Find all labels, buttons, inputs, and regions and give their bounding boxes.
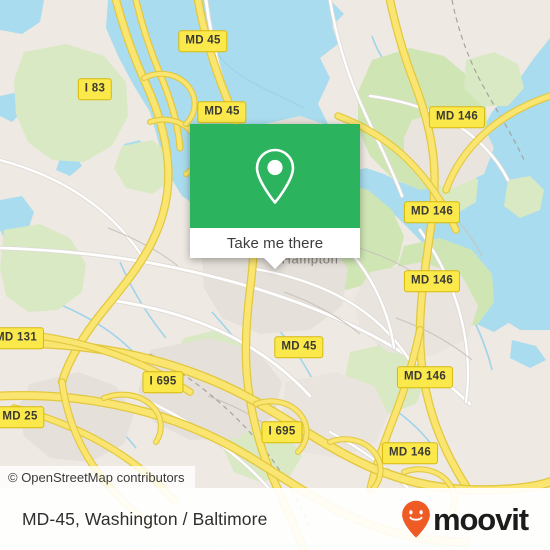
attribution-text: © OpenStreetMap contributors xyxy=(8,469,185,485)
road-shield[interactable]: MD 146 xyxy=(403,270,461,292)
road-shield[interactable]: MD 131 xyxy=(0,327,45,349)
road-shield[interactable]: MD 45 xyxy=(274,336,324,358)
road-shield[interactable]: I 83 xyxy=(77,78,113,100)
app-root: .water { fill:#a9dcee; } .stream { fill:… xyxy=(0,0,550,550)
moovit-wordmark: moovit xyxy=(432,501,529,537)
road-shield[interactable]: MD 25 xyxy=(0,406,45,428)
card-pointer-tail xyxy=(264,258,286,269)
road-shield[interactable]: I 695 xyxy=(261,421,303,443)
moovit-smiley-pin-icon xyxy=(401,500,431,538)
road-shield[interactable]: MD 146 xyxy=(403,201,461,223)
card-image-area xyxy=(190,124,360,228)
take-me-there-card[interactable]: Take me there xyxy=(190,124,360,269)
road-shield[interactable]: MD 45 xyxy=(178,30,228,52)
location-title: MD-45, Washington / Baltimore xyxy=(22,508,268,529)
moovit-logo[interactable]: moovit xyxy=(401,500,529,538)
road-shield[interactable]: MD 146 xyxy=(381,442,439,464)
location-pin-icon xyxy=(253,147,297,205)
footer-bar: MD-45, Washington / Baltimore moovit xyxy=(0,488,550,550)
road-shield[interactable]: I 695 xyxy=(142,371,184,393)
road-shield[interactable]: MD 45 xyxy=(197,101,247,123)
road-shield[interactable]: MD 146 xyxy=(428,106,486,128)
map-attribution[interactable]: © OpenStreetMap contributors xyxy=(0,466,195,488)
card-action-area[interactable]: Take me there xyxy=(190,228,360,258)
road-shield[interactable]: MD 146 xyxy=(396,366,454,388)
take-me-there-label: Take me there xyxy=(226,234,324,252)
